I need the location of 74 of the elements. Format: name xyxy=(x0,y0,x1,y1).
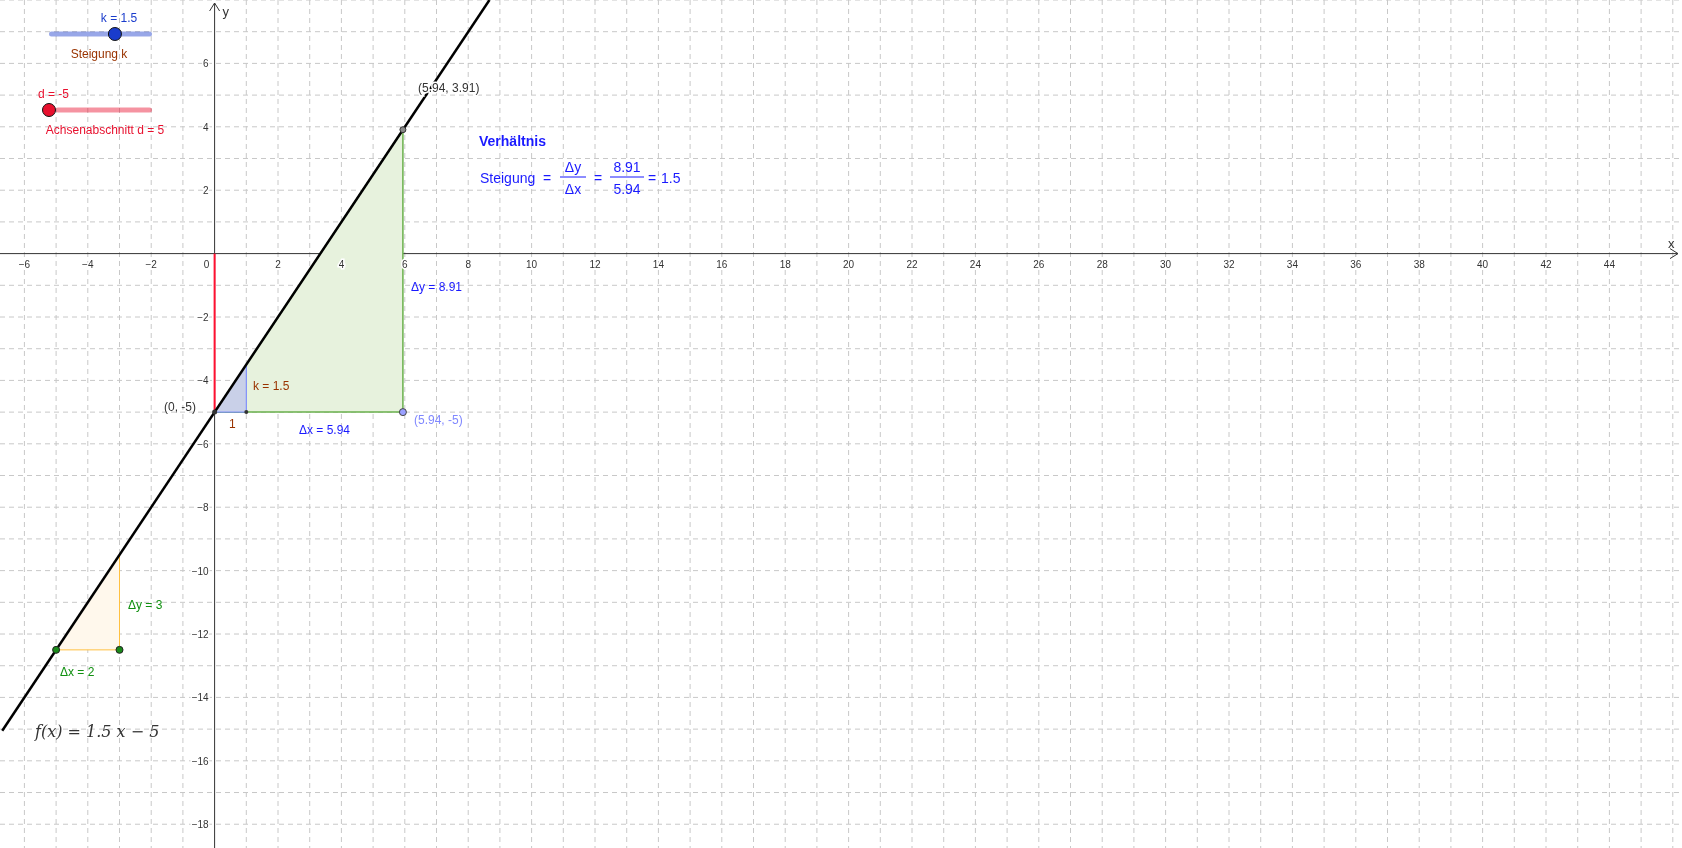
tick-label: 26 xyxy=(1033,258,1045,270)
tick-label: −4 xyxy=(82,258,94,270)
tick-label: 16 xyxy=(716,258,728,270)
slider-track[interactable] xyxy=(49,31,152,37)
tick-label: 34 xyxy=(1286,258,1298,270)
unit-triangle xyxy=(214,364,247,413)
tick-label: −12 xyxy=(191,629,209,640)
tick-label: 12 xyxy=(589,258,601,270)
slider-thumb[interactable] xyxy=(42,103,56,117)
point-marker xyxy=(115,645,124,654)
equals-sign: = xyxy=(542,170,552,186)
tick-label: 24 xyxy=(969,258,981,270)
equals-sign: = xyxy=(647,170,657,186)
point-marker xyxy=(212,409,218,415)
slope-label: k = 1.5 xyxy=(253,379,290,393)
slider-thumb[interactable] xyxy=(107,27,122,41)
ratio-title: Verhältnis xyxy=(479,133,546,149)
tick-label: 8 xyxy=(465,258,471,270)
slider-value: k = 1.5 xyxy=(100,11,138,25)
numerator: Δy xyxy=(564,159,582,175)
tick-label: 4 xyxy=(203,121,209,133)
slider-caption: Achsenabschnitt d = 5 xyxy=(45,123,165,137)
tick-label: −14 xyxy=(191,692,209,704)
unit-label: 1 xyxy=(229,417,236,431)
tick-label: −2 xyxy=(145,258,157,270)
tick-label: 18 xyxy=(779,258,791,270)
axis-label: x xyxy=(1668,235,1675,251)
denominator: 5.94 xyxy=(613,181,641,197)
formula-text: Steigung xyxy=(480,170,536,186)
tick-label: 2 xyxy=(275,258,281,270)
tick-label: 32 xyxy=(1223,258,1235,270)
tick-label: 20 xyxy=(843,258,855,270)
tick-label: −16 xyxy=(191,755,209,767)
delta-x-label: Δx = 2 xyxy=(60,665,95,679)
tick-label: 14 xyxy=(652,258,664,270)
delta-y-label: Δy = 3 xyxy=(128,598,163,612)
tick-label: 28 xyxy=(1096,258,1108,270)
tick-label: −4 xyxy=(197,375,209,387)
tick-label: 30 xyxy=(1160,258,1172,270)
tick-label: −6 xyxy=(197,438,209,450)
point-marker xyxy=(244,410,249,415)
tick-label: −8 xyxy=(197,502,209,514)
delta-y-label: Δy = 8.91 xyxy=(411,280,463,294)
slider-track[interactable] xyxy=(55,107,152,113)
axis-label: y xyxy=(222,4,230,19)
tick-label: 42 xyxy=(1540,258,1552,270)
slider-caption: Steigung k xyxy=(70,47,128,61)
tick-label: 22 xyxy=(906,258,918,270)
delta-x-label: Δx = 5.94 xyxy=(299,423,351,437)
tick-label: −2 xyxy=(197,312,209,323)
point-marker xyxy=(398,408,407,417)
denominator: Δx xyxy=(564,181,582,197)
tick-label: 6 xyxy=(203,58,209,70)
numerator: 8.91 xyxy=(613,159,641,175)
point-marker xyxy=(52,645,61,654)
tick-label: 36 xyxy=(1350,258,1362,270)
tick-label: 0 xyxy=(203,258,210,270)
equals-sign: = xyxy=(593,170,603,186)
slider-value: d = -5 xyxy=(38,87,70,101)
tick-label: 40 xyxy=(1477,258,1489,270)
tick-label: −18 xyxy=(191,819,209,831)
formula-text: 1.5 xyxy=(661,170,681,186)
tick-label: 4 xyxy=(338,258,345,270)
tick-label: −6 xyxy=(18,258,31,270)
point-label: (0, -5) xyxy=(164,400,196,414)
point-label: (5.94, -5) xyxy=(414,413,463,427)
tick-label: −10 xyxy=(191,565,209,577)
function-label: f(x) = 1.5 x − 5 xyxy=(35,722,160,741)
tick-label: 2 xyxy=(203,185,209,197)
tick-label: 44 xyxy=(1603,258,1615,270)
point-marker xyxy=(399,126,407,134)
tick-label: 10 xyxy=(526,258,538,270)
tick-label: 38 xyxy=(1413,258,1425,270)
tick-label: 6 xyxy=(402,258,408,270)
